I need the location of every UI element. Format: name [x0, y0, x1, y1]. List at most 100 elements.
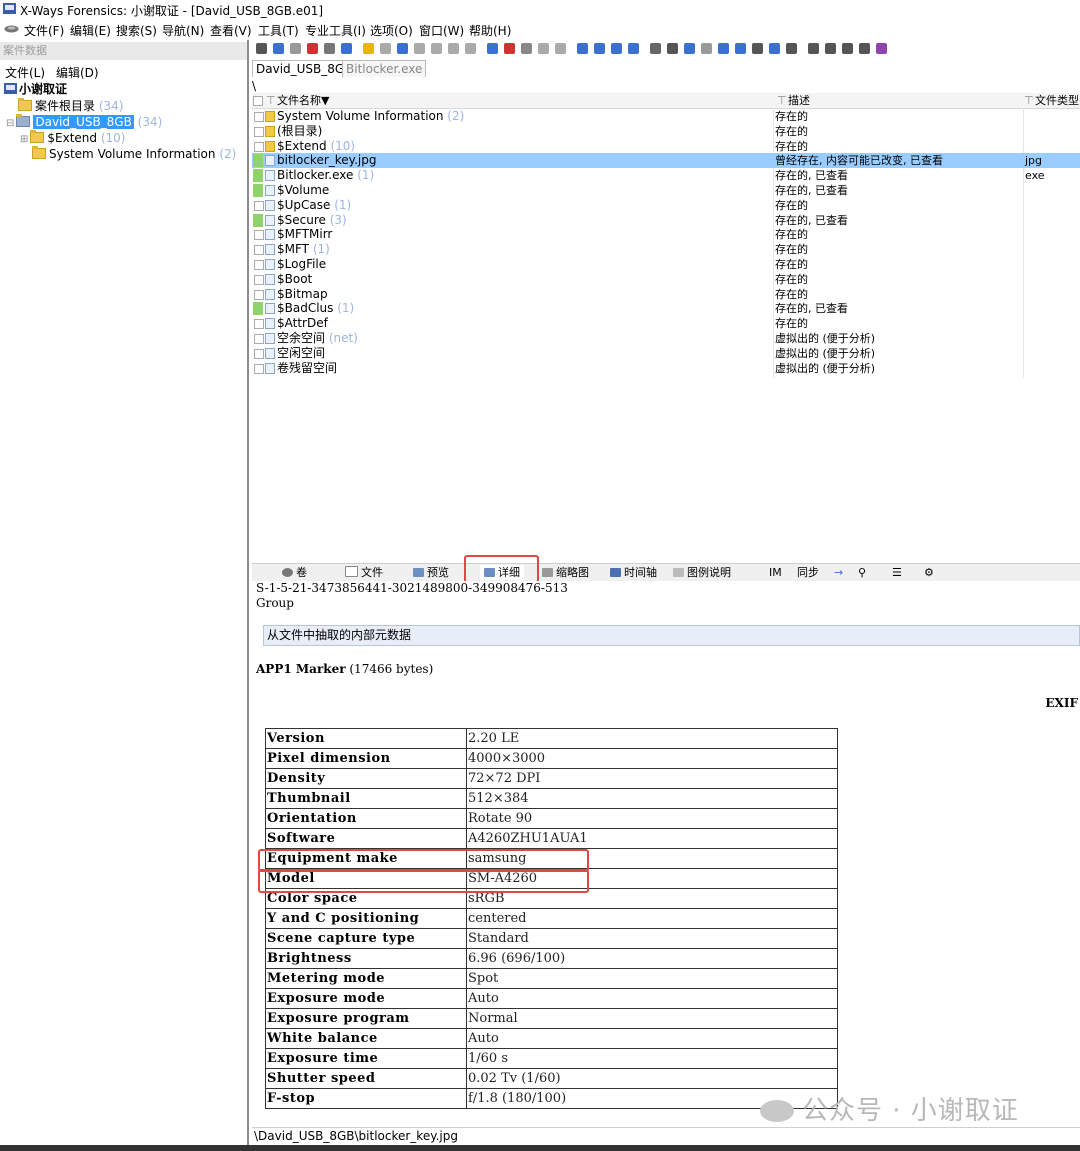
- tab-david-usb[interactable]: David_USB_8GB: [252, 60, 357, 77]
- find-icon[interactable]: [555, 43, 566, 54]
- row-checkbox[interactable]: [254, 141, 264, 152]
- row-checkbox[interactable]: [254, 334, 264, 344]
- tab-volume[interactable]: 卷: [282, 565, 307, 580]
- tab-file[interactable]: 文件: [345, 565, 383, 580]
- cut-icon[interactable]: [397, 43, 408, 54]
- settings-icon[interactable]: ⚙: [924, 565, 934, 580]
- row-checkbox[interactable]: [254, 245, 264, 256]
- table-row[interactable]: $AttrDef 存在的: [252, 316, 1080, 331]
- menu-tools[interactable]: 工具(T): [258, 22, 299, 39]
- table-row[interactable]: $Boot 存在的: [252, 272, 1080, 287]
- expand-icon[interactable]: ⊞: [20, 134, 28, 145]
- column-description[interactable]: 描述: [788, 93, 810, 108]
- open-icon[interactable]: [273, 43, 284, 54]
- menu-help[interactable]: 帮助(H): [469, 22, 511, 39]
- list-icon[interactable]: ☰: [892, 565, 902, 580]
- row-checkbox[interactable]: [254, 200, 264, 211]
- hex-icon[interactable]: [521, 43, 532, 54]
- tab-preview[interactable]: 预览: [413, 565, 449, 580]
- clipboard-icon[interactable]: [448, 43, 459, 54]
- tab-bitlocker-exe[interactable]: Bitlocker.exe: [342, 60, 427, 77]
- tab-timeline[interactable]: 时间轴: [610, 565, 657, 580]
- globe-icon[interactable]: [735, 43, 746, 54]
- copy-icon[interactable]: [414, 43, 425, 54]
- table-row[interactable]: $UpCase (1) 存在的: [252, 198, 1080, 213]
- table-row[interactable]: (根目录) 存在的: [252, 124, 1080, 139]
- disk-open-icon[interactable]: [650, 43, 661, 54]
- tab-im[interactable]: IM: [769, 565, 782, 580]
- undo-icon[interactable]: [380, 43, 391, 54]
- tree-node-volume[interactable]: ⊟ David_USB_8GB (34): [6, 114, 162, 130]
- tree-node-extend[interactable]: ⊞ $Extend (10): [20, 130, 126, 146]
- table-row[interactable]: Bitlocker.exe (1) 存在的, 已查看 exe: [252, 168, 1080, 183]
- tab-thumbnails[interactable]: 缩略图: [542, 565, 589, 580]
- table-row[interactable]: 卷残留空间 虚拟出的 (便于分析): [252, 361, 1080, 376]
- left-icon[interactable]: [825, 43, 836, 54]
- search-icon[interactable]: [487, 43, 498, 54]
- gear-icon[interactable]: [769, 43, 780, 54]
- ram-icon[interactable]: [701, 43, 712, 54]
- filter-icon[interactable]: ⊤: [777, 93, 787, 108]
- menu-options[interactable]: 选项(O): [370, 22, 413, 39]
- hash-icon[interactable]: [808, 43, 819, 54]
- save-icon[interactable]: [290, 43, 301, 54]
- table-row[interactable]: 空余空间 (net) 虚拟出的 (便于分析): [252, 331, 1080, 346]
- table-row[interactable]: $Secure (3) 存在的, 已查看: [252, 213, 1080, 228]
- table-row[interactable]: $Bitmap 存在的: [252, 287, 1080, 302]
- tab-sync[interactable]: 同步: [797, 565, 819, 580]
- clear-icon[interactable]: [465, 43, 476, 54]
- row-checkbox[interactable]: [254, 112, 264, 122]
- column-file-type[interactable]: 文件类型: [1035, 93, 1079, 108]
- forward-icon[interactable]: [628, 43, 639, 54]
- arrow-icon[interactable]: →: [834, 565, 843, 580]
- menu-file[interactable]: 文件(F): [24, 22, 64, 39]
- row-checkbox[interactable]: [254, 289, 264, 300]
- help-icon[interactable]: [876, 43, 887, 54]
- calc-icon[interactable]: [786, 43, 797, 54]
- case-menu-file[interactable]: 文件(L): [5, 64, 45, 81]
- book-icon[interactable]: [859, 43, 870, 54]
- tree-node-svi[interactable]: System Volume Information (2): [32, 146, 236, 162]
- tag-marker[interactable]: [253, 169, 263, 183]
- tag-marker[interactable]: [253, 213, 263, 227]
- table-row[interactable]: $BadClus (1) 存在的, 已查看: [252, 301, 1080, 316]
- paste-icon[interactable]: [363, 43, 374, 54]
- filter-icon[interactable]: ⊤: [1024, 93, 1034, 108]
- column-name[interactable]: 文件名称▼: [277, 93, 329, 108]
- menu-edit[interactable]: 编辑(E): [70, 22, 111, 39]
- row-checkbox[interactable]: [254, 348, 264, 359]
- row-checkbox[interactable]: [254, 363, 264, 374]
- right-icon[interactable]: [842, 43, 853, 54]
- case-menu-edit[interactable]: 编辑(D): [56, 64, 99, 81]
- row-checkbox[interactable]: [254, 274, 264, 285]
- tree-node-case-root[interactable]: 案件根目录 (34): [18, 98, 123, 114]
- table-row[interactable]: 空闲空间 虚拟出的 (便于分析): [252, 346, 1080, 361]
- replace-icon[interactable]: [538, 43, 549, 54]
- table-row[interactable]: bitlocker_key.jpg 曾经存在, 内容可能已改变, 已查看 jpg: [252, 153, 1080, 169]
- menu-specialist[interactable]: 专业工具(I): [305, 22, 366, 39]
- table-row[interactable]: System Volume Information (2) 存在的: [252, 109, 1080, 124]
- menu-window[interactable]: 窗口(W): [419, 22, 464, 39]
- copy-icon[interactable]: [341, 43, 352, 54]
- disk-icon[interactable]: [324, 43, 335, 54]
- filter-icon[interactable]: ⊤: [266, 93, 276, 108]
- row-checkbox[interactable]: [254, 260, 264, 270]
- select-all-checkbox[interactable]: [253, 96, 263, 106]
- row-checkbox[interactable]: [254, 230, 264, 241]
- print-icon[interactable]: [307, 43, 318, 54]
- paste-icon[interactable]: [431, 43, 442, 54]
- chart-icon[interactable]: [752, 43, 763, 54]
- tab-legend[interactable]: 图例说明: [673, 565, 731, 580]
- tag-marker[interactable]: [253, 302, 263, 316]
- table-row[interactable]: $Extend (10) 存在的: [252, 139, 1080, 154]
- image-open-icon[interactable]: [667, 43, 678, 54]
- table-row[interactable]: $MFTMirr 存在的: [252, 227, 1080, 242]
- tag-marker[interactable]: [253, 154, 263, 168]
- table-row[interactable]: $Volume 存在的, 已查看: [252, 183, 1080, 198]
- menu-navigate[interactable]: 导航(N): [162, 22, 204, 39]
- menu-view[interactable]: 查看(V): [210, 22, 252, 39]
- back-icon[interactable]: [611, 43, 622, 54]
- jump-icon[interactable]: [594, 43, 605, 54]
- tree-node-case[interactable]: 小谢取证: [4, 81, 67, 97]
- new-icon[interactable]: [256, 43, 267, 54]
